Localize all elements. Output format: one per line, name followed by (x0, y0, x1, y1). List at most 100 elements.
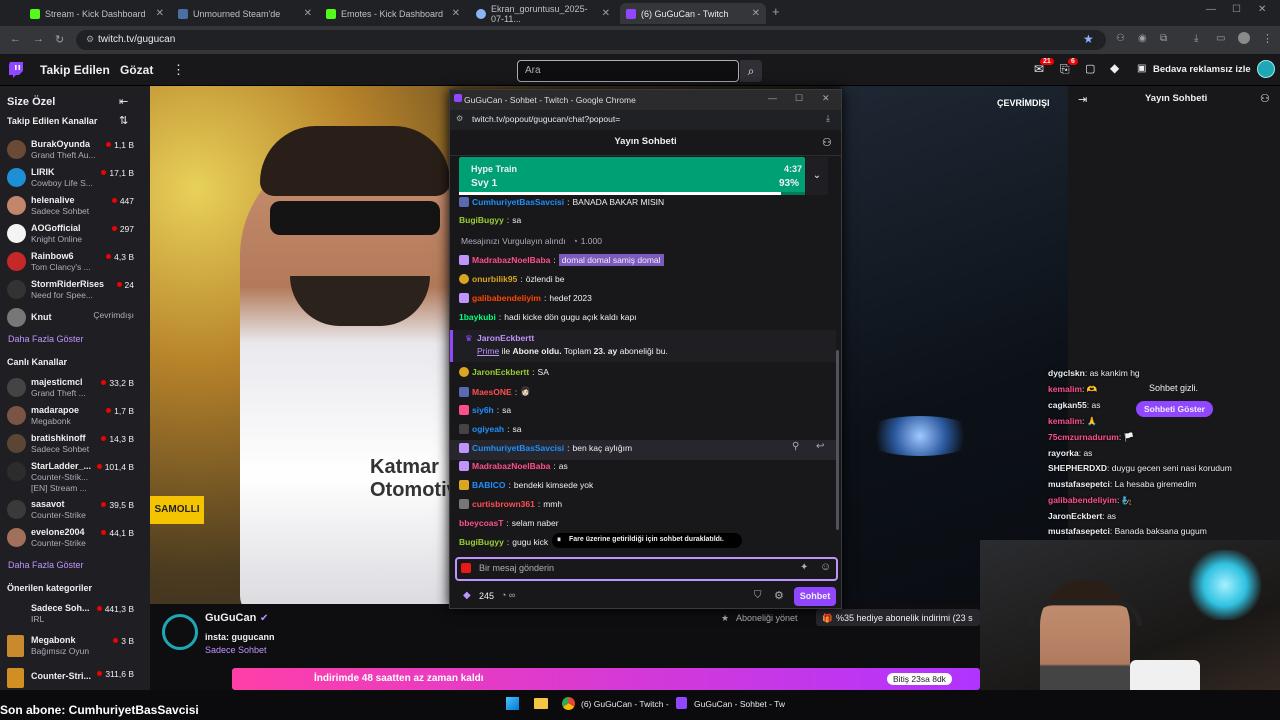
live-channel[interactable]: sasavot Counter-Strike 39,5 B (0, 497, 150, 523)
chat-username[interactable]: curtisbrown361 (472, 499, 535, 509)
followed-channel-offline[interactable]: Knut Çevrimdışı (0, 305, 150, 331)
prime-link[interactable]: Prime (477, 346, 499, 356)
taskbar-item[interactable]: GuGuCan - Sohbet - Tw (694, 699, 785, 709)
reload-icon[interactable]: ↻ (55, 33, 64, 46)
maximize-icon[interactable]: ☐ (1232, 4, 1241, 15)
chat-username[interactable]: MadrabazNoelBaba (472, 255, 550, 265)
category-item[interactable]: Sadece Soh... IRL 441,3 B (0, 601, 150, 627)
bits-icon[interactable]: ◆ (1110, 61, 1119, 75)
chat-username[interactable]: CumhuriyetBasSavcisi (472, 443, 564, 453)
hype-train-banner[interactable]: Hype Train Svy 1 4:37 93% (459, 157, 805, 195)
followed-channel[interactable]: Rainbow6 Tom Clancy's ... 4,3 B (0, 249, 150, 275)
chat-username[interactable]: MadrabazNoelBaba (472, 461, 550, 471)
chat-username[interactable]: kemalim (1048, 416, 1082, 426)
show-chat-button[interactable]: Sohbeti Göster (1136, 401, 1213, 417)
back-icon[interactable]: ← (10, 33, 21, 45)
chat-username[interactable]: ogiyeah (472, 424, 504, 434)
live-channel[interactable]: evelone2004 Counter-Strike 44,1 B (0, 525, 150, 551)
minimize-icon[interactable]: — (1206, 4, 1216, 15)
twitch-logo-icon[interactable] (8, 62, 23, 78)
live-channel[interactable]: madarapoe Megabonk 1,7 B (0, 403, 150, 429)
browser-tab[interactable]: Stream - Kick Dashboard ✕ (24, 3, 170, 24)
chat-paused-notice[interactable]: ⏸ Fare üzerine getirildiği için sohbet du… (552, 533, 742, 548)
users-icon[interactable]: ⚇ (822, 136, 832, 149)
chat-username[interactable]: JaronEckbert (1048, 511, 1102, 521)
browser-tab[interactable]: Ekran_goruntusu_2025-07-11... ✕ (470, 3, 616, 24)
chat-username[interactable]: mustafasepetci (1048, 479, 1110, 489)
profile-avatar[interactable] (1238, 32, 1250, 44)
channel-emote-icon[interactable] (461, 563, 471, 573)
chrome-icon[interactable] (562, 697, 575, 710)
close-icon[interactable]: ✕ (602, 8, 610, 19)
chat-username[interactable]: galibabendeliyim (472, 293, 541, 303)
settings-gear-icon[interactable]: ⚙ (774, 589, 784, 602)
extension-icon[interactable]: ⚇ (1116, 33, 1125, 44)
chat-username[interactable]: bbeycoasT (459, 518, 503, 528)
live-channel[interactable]: StarLadder_... Counter-Strik... [EN] Strea… (0, 459, 150, 495)
nav-browse[interactable]: Gözat (120, 63, 153, 77)
site-info-icon[interactable]: ⚙ (456, 114, 463, 123)
chevron-down-icon[interactable]: ⌄ (806, 157, 828, 195)
followed-channel[interactable]: AOGofficial Knight Online 297 (0, 221, 150, 247)
site-info-icon[interactable]: ⚙ (86, 34, 94, 45)
followed-channel[interactable]: LIRIK Cowboy Life S... 17,1 B (0, 165, 150, 191)
bookmark-star-icon[interactable]: ★ (1083, 32, 1094, 46)
close-window-icon[interactable]: ✕ (822, 93, 830, 104)
close-icon[interactable]: ✕ (304, 8, 312, 19)
minimize-icon[interactable]: — (768, 93, 777, 103)
followed-channel[interactable]: StormRiderRises Need for Spee... 24 (0, 277, 150, 303)
file-explorer-icon[interactable] (534, 698, 548, 709)
chat-username[interactable]: mustafasepetci (1048, 526, 1110, 536)
window-icon[interactable]: ▭ (1216, 33, 1225, 44)
extension-icon[interactable]: ◉ (1138, 33, 1147, 44)
channel-name[interactable]: GuGuCan (205, 612, 256, 624)
users-icon[interactable]: ⚇ (1260, 92, 1270, 105)
channel-points-icon[interactable]: ◆ (463, 590, 471, 601)
nav-following[interactable]: Takip Edilen (40, 63, 110, 77)
chat-username[interactable]: BABICO (472, 480, 506, 490)
channel-avatar[interactable] (162, 614, 198, 650)
download-icon[interactable]: ⤓ (1194, 33, 1198, 44)
category-item[interactable]: Counter-Stri... 311,6 B (0, 666, 150, 692)
url-field[interactable]: twitch.tv/gugucan (76, 30, 1106, 50)
browser-tab[interactable]: Emotes - Kick Dashboard ✕ (320, 3, 466, 24)
chat-username[interactable]: BugiBugyy (459, 215, 504, 225)
show-more-link[interactable]: Daha Fazla Göster (8, 334, 84, 344)
chat-username[interactable]: cagkan55 (1048, 400, 1087, 410)
chat-username[interactable]: 75cmzurnadurum (1048, 432, 1119, 442)
browser-tab-active[interactable]: (6) GuGuCan - Twitch ✕ (620, 3, 766, 24)
emoji-icon[interactable]: ☺ (820, 561, 831, 573)
menu-kebab-icon[interactable]: ⋮ (1262, 32, 1273, 45)
whispers-icon[interactable]: ▢ (1085, 62, 1095, 75)
followed-channel[interactable]: BurakOyunda Grand Theft Au... 1,1 B (0, 137, 150, 163)
chat-username[interactable]: rayorka (1048, 448, 1079, 458)
twitch-icon[interactable] (676, 697, 687, 709)
search-input[interactable]: Ara (517, 60, 739, 82)
close-window-icon[interactable]: ✕ (1258, 4, 1266, 15)
show-more-link[interactable]: Daha Fazla Göster (8, 560, 84, 570)
chat-username[interactable]: kemalim (1048, 384, 1082, 394)
close-icon[interactable]: ✕ (156, 8, 164, 19)
collapse-sidebar-icon[interactable]: ⇤ (119, 95, 128, 108)
ad-free-button[interactable]: Bedava reklamsız izle (1153, 64, 1251, 75)
chat-username[interactable]: dygclskn (1048, 368, 1085, 378)
pin-icon[interactable]: ⚲ (792, 441, 799, 452)
shield-icon[interactable]: ⛉ (754, 590, 762, 601)
chat-input[interactable]: Bir mesaj gönderin (455, 557, 838, 581)
collapse-chat-icon[interactable]: ⇥ (1078, 93, 1087, 106)
forward-icon[interactable]: → (33, 33, 44, 45)
puzzle-icon[interactable]: ⧉ (1160, 33, 1167, 44)
category-item[interactable]: Megabonk Bağımsız Oyun 3 B (0, 633, 150, 659)
manage-subscription-button[interactable]: Aboneliği yönet (736, 613, 798, 623)
chat-username[interactable]: siy6h (472, 405, 494, 415)
search-button[interactable]: ⌕ (740, 60, 762, 82)
sale-banner[interactable]: İndirimde 48 saatten az zaman kaldı Biti… (232, 668, 980, 690)
followed-channel[interactable]: helenalive Sadece Sohbet 447 (0, 193, 150, 219)
download-icon[interactable]: ⤓ (826, 113, 830, 124)
browser-tab[interactable]: Unmourned Steam'de ✕ (172, 3, 318, 24)
windows-start-icon[interactable] (506, 697, 519, 710)
chat-username[interactable]: JaronEckbertt (472, 367, 529, 377)
chat-username[interactable]: CumhuriyetBasSavcisi (472, 197, 564, 207)
send-chat-button[interactable]: Sohbet (794, 587, 836, 606)
chat-messages-list[interactable]: CumhuriyetBasSavcisi: BANADA BAKAR MISIN … (450, 195, 836, 550)
